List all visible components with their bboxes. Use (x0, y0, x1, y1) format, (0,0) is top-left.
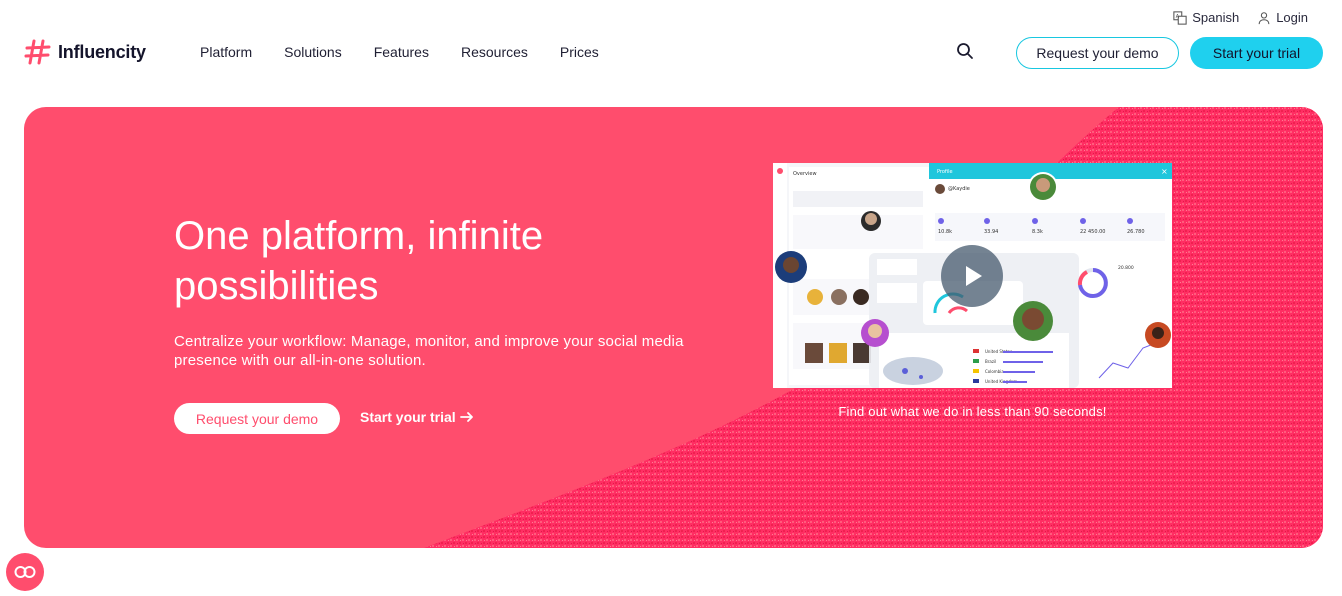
stat-3: 22 450.00 (1080, 229, 1105, 235)
hero-start-trial-link[interactable]: Start your trial (360, 409, 474, 425)
profile-title: Profile (937, 169, 953, 175)
hero-request-demo-button[interactable]: Request your demo (174, 403, 340, 434)
stat-1: 33.94 (984, 229, 998, 235)
search-icon[interactable] (956, 42, 974, 60)
translate-icon: A (1173, 10, 1187, 25)
brand-name: Influencity (58, 41, 146, 62)
language-label: Spanish (1192, 10, 1240, 25)
nav-item-prices[interactable]: Prices (560, 44, 599, 60)
country-2: Colombia (985, 369, 1004, 374)
language-switch[interactable]: A Spanish (1173, 10, 1239, 25)
hero-section: One platform, infinite possibilities Cen… (24, 107, 1323, 548)
hero-subtitle: Centralize your workflow: Manage, monito… (174, 333, 684, 369)
country-1: Brazil (985, 359, 996, 364)
login-label: Login (1276, 10, 1308, 25)
profile-handle: @Kaydie (948, 186, 970, 192)
stat-0: 10.8k (938, 229, 952, 235)
site-header: Influencity Platform Solutions Features … (0, 34, 1342, 72)
chat-icon (14, 566, 36, 578)
nav-item-resources[interactable]: Resources (461, 44, 528, 60)
main-nav: Platform Solutions Features Resources Pr… (200, 44, 599, 60)
login-link[interactable]: Login (1257, 10, 1308, 25)
play-icon (966, 266, 982, 286)
utility-bar: A Spanish Login (1173, 10, 1308, 25)
stat-4: 26.780 (1127, 229, 1145, 235)
request-demo-button[interactable]: Request your demo (1016, 37, 1179, 69)
overview-title: Overview (793, 171, 817, 177)
nav-item-platform[interactable]: Platform (200, 44, 252, 60)
nav-item-solutions[interactable]: Solutions (284, 44, 342, 60)
logo[interactable]: Influencity (24, 38, 146, 66)
nav-item-features[interactable]: Features (374, 44, 429, 60)
hero-title: One platform, infinite possibilities (174, 214, 544, 308)
video-preview[interactable]: Overview Profile × @Kaydie 10.8k 33.94 8… (773, 163, 1172, 388)
arrow-right-icon (459, 412, 473, 422)
hashtag-logo-icon (24, 39, 51, 65)
stat-2: 8.3k (1032, 229, 1043, 235)
hero-trial-label: Start your trial (360, 409, 456, 425)
chat-widget-button[interactable] (6, 553, 44, 591)
user-icon (1258, 11, 1270, 24)
svg-text:A: A (1176, 14, 1180, 20)
chart-value: 20.800 (1118, 265, 1134, 271)
start-trial-button[interactable]: Start your trial (1190, 37, 1323, 69)
play-button[interactable] (941, 245, 1003, 307)
svg-text:×: × (1161, 167, 1168, 176)
video-caption: Find out what we do in less than 90 seco… (838, 404, 1107, 419)
